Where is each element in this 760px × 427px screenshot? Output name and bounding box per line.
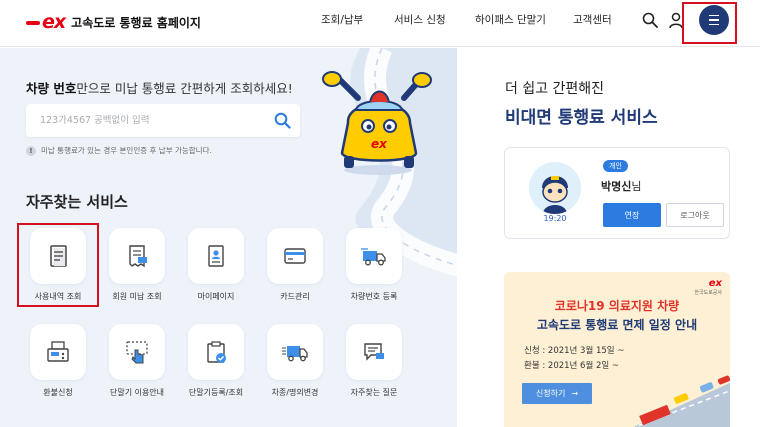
service-device-register[interactable]: 단말기등록/조회 <box>181 324 251 406</box>
service-label: 회원 미납 조회 <box>112 292 162 301</box>
nav-item-hipass-device[interactable]: 하이패스 단말기 <box>475 12 546 27</box>
service-label: 마이페이지 <box>197 292 235 301</box>
favorite-services-title: 자주찾는 서비스 <box>26 193 128 211</box>
service-tile <box>109 324 165 380</box>
service-tile <box>346 228 402 284</box>
truck-swap-icon <box>282 346 308 362</box>
service-label: 환불신청 <box>43 388 73 397</box>
register-icon <box>47 341 69 362</box>
user-card: 19:20 개인 박명신님 연장 로그아웃 <box>504 147 730 239</box>
service-vehicle-owner-change[interactable]: 차종/명의변경 <box>260 324 330 406</box>
service-label: 카드관리 <box>280 292 310 301</box>
service-refund[interactable]: 환불신청 <box>23 324 93 406</box>
extend-session-button[interactable]: 연장 <box>603 203 661 227</box>
banner-title-1: 코로나19 의료지원 차량 <box>554 299 680 313</box>
bill-icon <box>129 245 147 268</box>
banner-apply-button[interactable]: 신청하기 → <box>522 383 592 404</box>
user-name: 박명신님 <box>601 180 642 193</box>
receipt-icon <box>50 245 67 267</box>
left-panel: 차량 번호만으로 미납 통행료 간편하게 조회하세요! ! 미납 통행료가 있는… <box>0 48 457 427</box>
chat-icon <box>364 343 384 361</box>
service-tile <box>188 228 244 284</box>
credit-card-icon <box>284 248 306 264</box>
info-icon: ! <box>26 145 36 156</box>
ex-corp-logo: ex 한국도로공사 <box>694 278 722 296</box>
service-label: 차량번호 등록 <box>350 292 398 301</box>
user-icon[interactable] <box>669 12 683 28</box>
promo-title: 비대면 통행료 서비스 <box>505 108 658 128</box>
session-timer: 19:20 <box>543 214 567 223</box>
search-icon[interactable] <box>642 12 658 28</box>
mascot-car-icon: ex <box>322 71 432 175</box>
arrow-right-icon: → <box>571 389 579 398</box>
service-label: 단말기 이용안내 <box>109 388 165 397</box>
truck-icon <box>361 248 386 266</box>
query-title: 차량 번호만으로 미납 통행료 간편하게 조회하세요! <box>26 81 293 96</box>
plate-number-input[interactable] <box>40 104 270 137</box>
service-tile <box>188 324 244 380</box>
nav-item-customer-center[interactable]: 고객센터 <box>573 12 612 27</box>
banner-refund-date: 환불 : 2021년 6월 2일 ~ <box>524 361 620 371</box>
touch-icon <box>126 341 148 364</box>
nav-item-service-apply[interactable]: 서비스 신청 <box>394 12 446 27</box>
service-label: 사용내역 조회 <box>34 292 82 301</box>
service-card-management[interactable]: 카드관리 <box>260 228 330 310</box>
banner-title-2: 고속도로 통행료 면제 일정 안내 <box>536 318 698 332</box>
service-tile <box>30 324 86 380</box>
highway-vehicles-illustration <box>632 375 730 427</box>
service-label: 단말기등록/조회 <box>188 388 244 397</box>
promo-subtitle: 더 쉽고 간편해진 <box>505 81 605 97</box>
top-header: ex 고속도로 통행료 홈페이지 조회/납부 서비스 신청 하이패스 단말기 고… <box>0 0 760 47</box>
site-logo[interactable]: ex 고속도로 통행료 홈페이지 <box>26 11 201 33</box>
mascot-avatar-icon <box>529 162 581 214</box>
service-device-guide[interactable]: 단말기 이용안내 <box>102 324 172 406</box>
banner-apply-date: 신청 : 2021년 3월 15일 ~ <box>524 346 625 356</box>
nav-item-inquiry-payment[interactable]: 조회/납부 <box>321 12 363 27</box>
service-tile <box>346 324 402 380</box>
user-type-badge: 개인 <box>603 160 628 172</box>
site-title: 고속도로 통행료 홈페이지 <box>71 15 201 30</box>
search-icon[interactable] <box>274 112 291 129</box>
service-mypage[interactable]: 마이페이지 <box>181 228 251 310</box>
service-tile <box>109 228 165 284</box>
service-label: 차종/명의변경 <box>271 388 319 397</box>
service-vehicle-register[interactable]: 차량번호 등록 <box>339 228 409 310</box>
clipboard-check-icon <box>207 341 226 363</box>
covid-toll-banner[interactable]: ex 한국도로공사 코로나19 의료지원 차량 고속도로 통행료 면제 일정 안… <box>504 272 730 427</box>
logout-button[interactable]: 로그아웃 <box>666 203 724 227</box>
service-label: 자주찾는 질문 <box>350 388 398 397</box>
plate-search-box <box>26 104 300 137</box>
ex-logo-mark: ex <box>26 11 66 33</box>
service-tile <box>267 228 323 284</box>
right-panel: 더 쉽고 간편해진 비대면 통행료 서비스 19:20 개인 박명신님 연장 로… <box>457 48 760 427</box>
service-member-unpaid[interactable]: 회원 미납 조회 <box>102 228 172 310</box>
id-card-icon <box>208 245 224 267</box>
service-tile <box>30 228 86 284</box>
service-usage-history[interactable]: 사용내역 조회 <box>23 228 93 310</box>
avatar <box>529 162 581 214</box>
unpaid-notice: ! 미납 통행료가 있는 경우 본인인증 후 납부 가능합니다. <box>26 145 212 156</box>
service-faq[interactable]: 자주찾는 질문 <box>339 324 409 406</box>
service-tile <box>267 324 323 380</box>
svg-text:ex: ex <box>371 137 388 151</box>
hamburger-menu-icon[interactable] <box>699 5 729 35</box>
